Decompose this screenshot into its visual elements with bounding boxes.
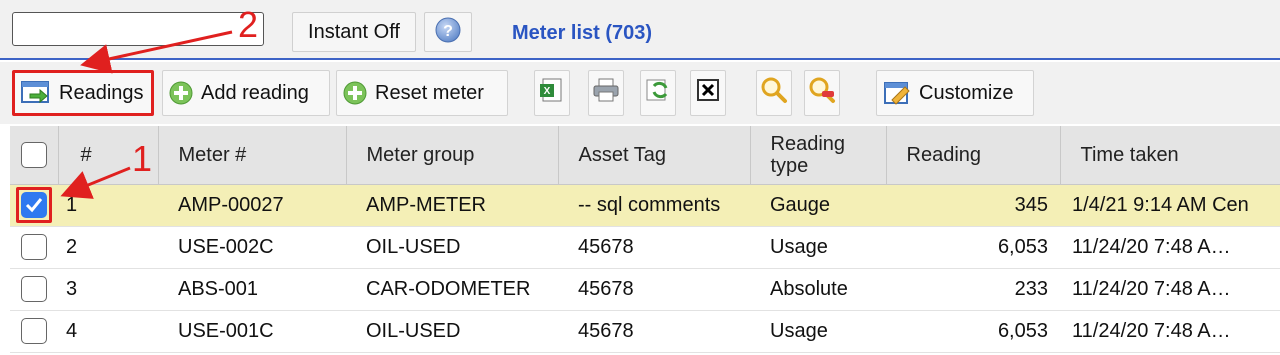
row-meter-group: OIL-USED (346, 226, 558, 269)
svg-text:X: X (544, 86, 551, 97)
excel-export-button[interactable]: X (534, 70, 570, 116)
search-button[interactable] (756, 70, 792, 116)
row-checkbox[interactable] (21, 318, 47, 344)
clear-search-icon (808, 76, 836, 110)
reset-meter-label: Reset meter (375, 81, 484, 104)
add-reading-label: Add reading (201, 81, 309, 104)
checkbox-highlight (16, 187, 52, 223)
row-reading: 6,053 (886, 310, 1060, 353)
row-time-taken: 11/24/20 7:48 A… (1060, 226, 1280, 269)
row-reading: 345 (886, 184, 1060, 227)
row-time-taken: 11/24/20 7:48 A… (1060, 268, 1280, 311)
row-meter: USE-001C (158, 310, 346, 353)
help-icon: ? (434, 16, 462, 49)
select-all-cell (10, 126, 59, 185)
table-row[interactable]: 1 AMP-00027 AMP-METER -- sql comments Ga… (10, 184, 1280, 227)
toolbar: Readings Add reading Reset meter X Custo… (0, 62, 1280, 124)
customize-button[interactable]: Customize (876, 70, 1034, 116)
row-select-cell (10, 226, 58, 269)
column-header-asset-tag[interactable]: Asset Tag (558, 126, 751, 185)
add-reading-button[interactable]: Add reading (162, 70, 330, 116)
customize-label: Customize (919, 81, 1014, 104)
row-checkbox[interactable] (21, 276, 47, 302)
search-icon (760, 76, 788, 110)
table-header-row: # Meter # Meter group Asset Tag Reading … (10, 126, 1280, 185)
row-reading: 233 (886, 268, 1060, 311)
instant-off-button[interactable]: Instant Off (292, 12, 416, 52)
row-checkbox[interactable] (21, 234, 47, 260)
svg-text:?: ? (443, 23, 453, 40)
excel-export-icon: X (539, 77, 565, 109)
help-button[interactable]: ? (424, 12, 472, 52)
row-meter-group: AMP-METER (346, 184, 558, 227)
instant-off-label: Instant Off (308, 20, 400, 43)
table-row[interactable]: 2 USE-002C OIL-USED 45678 Usage 6,053 11… (10, 226, 1280, 269)
close-icon (697, 79, 719, 107)
readings-icon (21, 81, 51, 105)
row-time-taken: 11/24/20 7:48 A… (1060, 310, 1280, 353)
row-meter: AMP-00027 (158, 184, 346, 227)
select-all-checkbox[interactable] (20, 141, 47, 168)
readings-button[interactable]: Readings (12, 70, 154, 116)
page-title: Meter list (703) (512, 22, 652, 45)
row-reading: 6,053 (886, 226, 1060, 269)
add-icon (343, 81, 367, 105)
close-button[interactable] (690, 70, 726, 116)
customize-icon (883, 80, 911, 106)
meter-list-title: Meter list (703) (512, 22, 653, 44)
add-icon (169, 81, 193, 105)
row-index: 2 (58, 226, 158, 269)
refresh-button[interactable] (640, 70, 676, 116)
row-time-taken: 1/4/21 9:14 AM Cen (1060, 184, 1280, 227)
refresh-icon (644, 77, 672, 109)
row-meter-group: OIL-USED (346, 310, 558, 353)
table-row[interactable]: 3 ABS-001 CAR-ODOMETER 45678 Absolute 23… (10, 268, 1280, 311)
checkmark-icon (25, 198, 43, 213)
clear-search-button[interactable] (804, 70, 840, 116)
meter-table: # Meter # Meter group Asset Tag Reading … (10, 126, 1280, 353)
row-meter: USE-002C (158, 226, 346, 269)
row-select-cell (10, 184, 58, 227)
row-index: 1 (58, 184, 158, 227)
row-asset-tag: -- sql comments (558, 184, 750, 227)
row-select-cell (10, 268, 58, 311)
row-reading-type: Gauge (750, 184, 886, 227)
column-header-meter-group[interactable]: Meter group (346, 126, 559, 185)
search-input[interactable] (12, 12, 264, 46)
row-reading-type: Absolute (750, 268, 886, 311)
annotation-step-2: 2 (238, 4, 259, 45)
row-index: 4 (58, 310, 158, 353)
print-button[interactable] (588, 70, 624, 116)
row-select-cell (10, 310, 58, 353)
column-header-reading-type[interactable]: Reading type (750, 126, 887, 185)
row-meter-group: CAR-ODOMETER (346, 268, 558, 311)
annotation-step-1: 1 (132, 138, 153, 179)
column-header-reading[interactable]: Reading (886, 126, 1061, 185)
row-asset-tag: 45678 (558, 226, 750, 269)
row-reading-type: Usage (750, 226, 886, 269)
print-icon (592, 77, 620, 109)
column-header-time-taken[interactable]: Time taken (1060, 126, 1280, 185)
column-header-meter[interactable]: Meter # (158, 126, 347, 185)
row-reading-type: Usage (750, 310, 886, 353)
top-bar: Instant Off ? Meter list (703) (0, 0, 1280, 60)
row-asset-tag: 45678 (558, 310, 750, 353)
row-asset-tag: 45678 (558, 268, 750, 311)
table-row[interactable]: 4 USE-001C OIL-USED 45678 Usage 6,053 11… (10, 310, 1280, 353)
row-index: 3 (58, 268, 158, 311)
reset-meter-button[interactable]: Reset meter (336, 70, 508, 116)
readings-label: Readings (59, 81, 144, 104)
row-checkbox[interactable] (21, 192, 47, 218)
row-meter: ABS-001 (158, 268, 346, 311)
